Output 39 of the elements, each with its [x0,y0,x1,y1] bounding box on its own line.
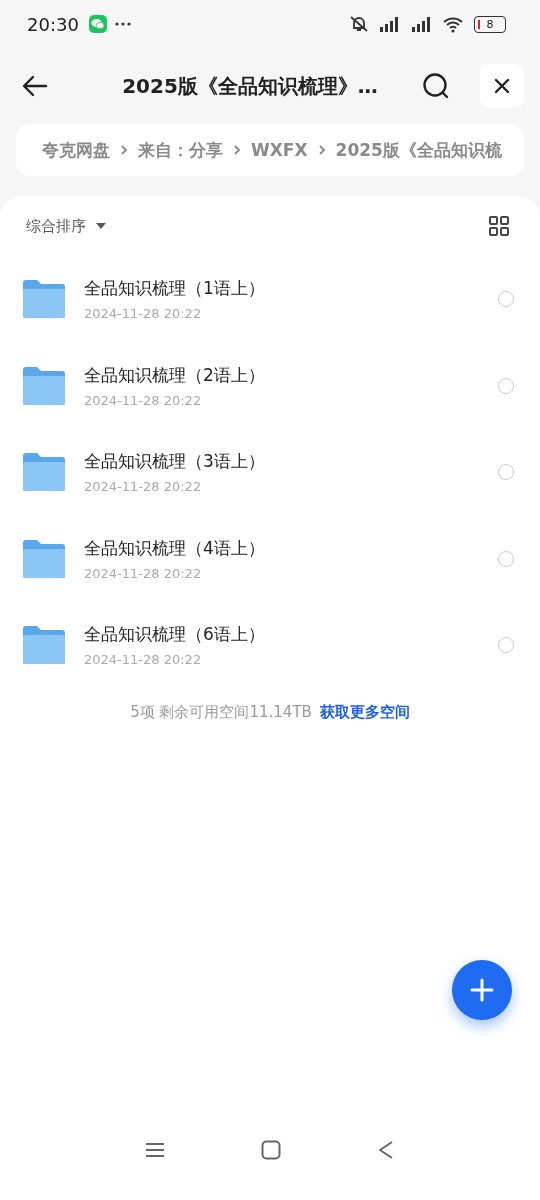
add-button[interactable] [452,960,512,1020]
grid-view-icon[interactable] [489,216,509,236]
caret-icon [96,223,106,229]
muted-bell-icon [348,15,370,33]
more-icon [114,22,131,26]
chat-app-icon [88,15,107,33]
battery-indicator: 8 [474,15,506,33]
wifi-icon [442,15,464,33]
plus-icon [470,978,494,1002]
folder-name[interactable]: 全品知识梳理（1语上） [84,277,498,301]
folder-icon [22,279,66,320]
modified-date: 2024-11-28 20:22 [84,652,203,668]
chevron-right-icon [317,144,326,156]
folder-icon [22,452,66,493]
storage-summary: 5项 剩余可用空间11.14TB [130,702,312,722]
menu-icon[interactable] [145,1142,165,1158]
folder-name[interactable]: 全品知识梳理（3语上） [84,450,498,474]
modified-date: 2024-11-28 20:22 [84,306,203,322]
get-more-space-link[interactable]: 获取更多空间 [319,702,410,722]
modified-date: 2024-11-28 20:22 [84,392,203,408]
close-button[interactable] [480,64,524,108]
back-icon[interactable] [377,1140,395,1160]
folder-name[interactable]: 全品知识梳理（2语上） [84,363,498,387]
folder-name[interactable]: 全品知识梳理（4语上） [84,536,498,560]
modified-date: 2024-11-28 20:22 [84,479,203,495]
folder-title: 2025版《全品知识梳理》… [121,72,379,100]
folder-icon [22,365,66,406]
folder-icon [22,538,66,579]
home-icon[interactable] [261,1140,281,1160]
chevron-right-icon [120,144,128,156]
sort-dropdown[interactable]: 综合排序 [26,216,106,236]
folder-icon [22,625,66,666]
chevron-right-icon [233,144,241,156]
folder-name[interactable]: 全品知识梳理（6语上） [84,623,498,647]
back-arrow-icon[interactable] [22,75,48,97]
status-time: 20:30 [27,13,79,35]
modified-date: 2024-11-28 20:22 [84,565,203,581]
close-icon [494,78,510,94]
search-icon[interactable] [422,72,450,100]
